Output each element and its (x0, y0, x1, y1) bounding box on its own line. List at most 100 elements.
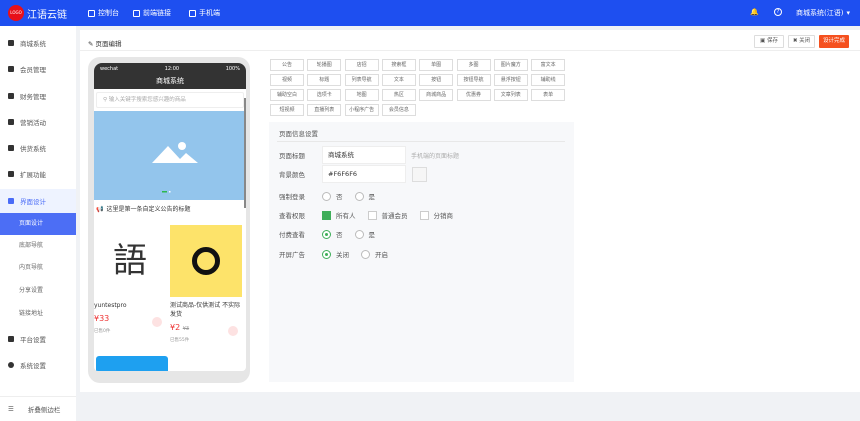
user-menu[interactable]: 商城系统(江语) ▾ (796, 8, 850, 18)
collapse-sidebar-button[interactable]: ☰ 折叠侧边栏 (0, 396, 76, 421)
component-button[interactable]: 文本 (381, 74, 416, 86)
sidebar-item-system[interactable]: 系统设置 (0, 354, 76, 376)
component-button[interactable]: 地图 (344, 89, 379, 101)
sidebar-item-marketing[interactable]: 营销活动 (0, 111, 76, 133)
component-button[interactable]: 视频 (270, 74, 304, 86)
divider (277, 141, 565, 142)
component-button[interactable]: 商城商品 (419, 89, 454, 101)
color-picker[interactable] (412, 166, 427, 182)
save-button[interactable]: ▣ 保存 (754, 35, 784, 48)
nav-dashboard[interactable]: 控制台 (88, 8, 119, 18)
product-card[interactable]: 测试商品-仅供测试 不实际发货 ¥2 ¥3 已售55件 (170, 225, 242, 343)
ad-on-radio[interactable] (361, 249, 370, 259)
component-button[interactable]: 搜索框 (381, 59, 416, 71)
component-button[interactable]: 悬浮按钮 (493, 74, 528, 86)
ad-off-radio[interactable] (322, 249, 331, 259)
mobile-icon (189, 9, 196, 17)
sidebar-item-supply[interactable]: 供货系统 (0, 137, 76, 159)
label: 关闭 (799, 38, 811, 44)
pay-no-radio[interactable] (322, 229, 331, 239)
product-image (96, 356, 168, 371)
bg-color-input[interactable]: #F6F6F6 (322, 165, 406, 183)
component-button[interactable]: 按钮 (419, 74, 454, 86)
component-button[interactable]: 轮播图 (307, 59, 342, 71)
brand-name: 江语云链 (27, 10, 67, 21)
label: 页面标题 (279, 152, 305, 160)
notice-bar[interactable]: 📢 这里是第一条自定义公告的标题 (94, 200, 246, 220)
option-label: 分销商 (433, 212, 454, 220)
nav-label: 控制台 (98, 9, 119, 17)
label: 平台设置 (20, 336, 46, 344)
component-button[interactable]: 短视频 (270, 104, 304, 116)
option-label: 所有人 (336, 212, 356, 220)
nav-label: 手机端 (199, 9, 220, 17)
component-button[interactable]: 富文本 (531, 59, 566, 71)
component-button[interactable]: 列表导航 (344, 74, 379, 86)
sidebar-item-finance[interactable]: 财务管理 (0, 85, 76, 107)
label: 保存 (766, 38, 778, 44)
close-button[interactable]: ✖ 关闭 (788, 35, 815, 48)
battery: 100% (225, 65, 240, 72)
component-button[interactable]: 按钮导航 (456, 74, 491, 86)
component-button[interactable]: 店招 (344, 59, 379, 71)
component-button[interactable]: 单图 (419, 59, 454, 71)
component-button[interactable]: 会员信息 (381, 104, 416, 116)
time: 12:00 (164, 65, 180, 72)
caret-down-icon: ▾ (846, 9, 850, 17)
sidebar-item-mall[interactable]: 商城系统 (0, 32, 76, 54)
label: 系统设置 (20, 362, 46, 370)
help-icon[interactable]: ? (774, 8, 782, 16)
sidebar-sub-bottom-nav[interactable]: 底部导航 (0, 235, 76, 257)
banner-carousel[interactable] (94, 111, 246, 200)
component-button[interactable]: 表单 (531, 89, 566, 101)
cart-icon[interactable] (152, 317, 162, 327)
sidebar-sub-share[interactable]: 分享设置 (0, 280, 76, 302)
component-button[interactable]: 选项卡 (307, 89, 342, 101)
pay-yes-radio[interactable] (354, 229, 364, 239)
bell-icon[interactable]: 🔔 (750, 8, 759, 16)
component-button[interactable]: 辅助空白 (270, 89, 304, 101)
component-button[interactable]: 直播列表 (307, 104, 342, 116)
login-yes-radio[interactable] (354, 191, 364, 201)
option-label: 是 (368, 193, 376, 201)
sidebar-sub-inner-nav[interactable]: 内页导航 (0, 257, 76, 279)
sidebar-sub-page-design[interactable]: 页面设计 (0, 213, 76, 235)
view-member-checkbox[interactable] (367, 210, 377, 220)
view-distributor-checkbox[interactable] (419, 210, 429, 220)
price: ¥2 (170, 323, 181, 332)
phone-screen: wechat 12:00 100% 商城系统 ⚲ 输入关键字搜索您感兴趣的商品 📢 这… (94, 63, 246, 371)
scrollbar[interactable] (244, 98, 246, 208)
component-button[interactable]: 文章列表 (493, 89, 528, 101)
page-title-input[interactable]: 商城系统 (322, 146, 406, 164)
component-button[interactable]: 标题 (307, 74, 342, 86)
component-button[interactable]: 优惠券 (456, 89, 491, 101)
component-button[interactable]: 辅助线 (531, 74, 566, 86)
nav-frontend-link[interactable]: 前端链接 (133, 8, 171, 18)
product-card[interactable]: 語 yuntestpro ¥33 已售0件 (94, 225, 166, 334)
component-button[interactable]: 多图 (456, 59, 491, 71)
hint: 手机端的页面标题 (411, 152, 460, 160)
label: 财务管理 (20, 93, 46, 101)
cart-icon[interactable] (228, 326, 238, 336)
finish-design-button[interactable]: 设计完成 (819, 35, 849, 48)
sidebar-item-ui-design[interactable]: 界面设计 (0, 189, 76, 213)
option-label: 普通会员 (381, 212, 408, 220)
component-button[interactable]: 小程序广告 (344, 104, 379, 116)
sidebar-item-platform[interactable]: 平台设置 (0, 328, 76, 350)
top-bar: LOGO 江语云链 控制台 前端链接 手机端 🔔 ? 商城系统(江语) ▾ (0, 0, 860, 26)
component-button[interactable]: 公告 (270, 59, 304, 71)
login-no-radio[interactable] (322, 191, 331, 201)
phone-search[interactable]: ⚲ 输入关键字搜索您感兴趣的商品 (96, 92, 244, 108)
component-button[interactable]: 图片魔方 (493, 59, 528, 71)
sidebar-sub-links[interactable]: 链接地址 (0, 303, 76, 325)
sold-count: 已售0件 (94, 329, 111, 334)
sidebar-item-extensions[interactable]: 扩展功能 (0, 163, 76, 185)
label: 折叠侧边栏 (27, 406, 61, 414)
phone-title[interactable]: 商城系统 (94, 74, 246, 89)
view-all-checkbox[interactable] (322, 210, 331, 220)
sidebar-item-members[interactable]: 会员管理 (0, 58, 76, 80)
puzzle-icon (8, 171, 14, 177)
layout-icon (8, 198, 14, 204)
component-button[interactable]: 热区 (381, 89, 416, 101)
nav-mobile[interactable]: 手机端 (189, 8, 220, 18)
